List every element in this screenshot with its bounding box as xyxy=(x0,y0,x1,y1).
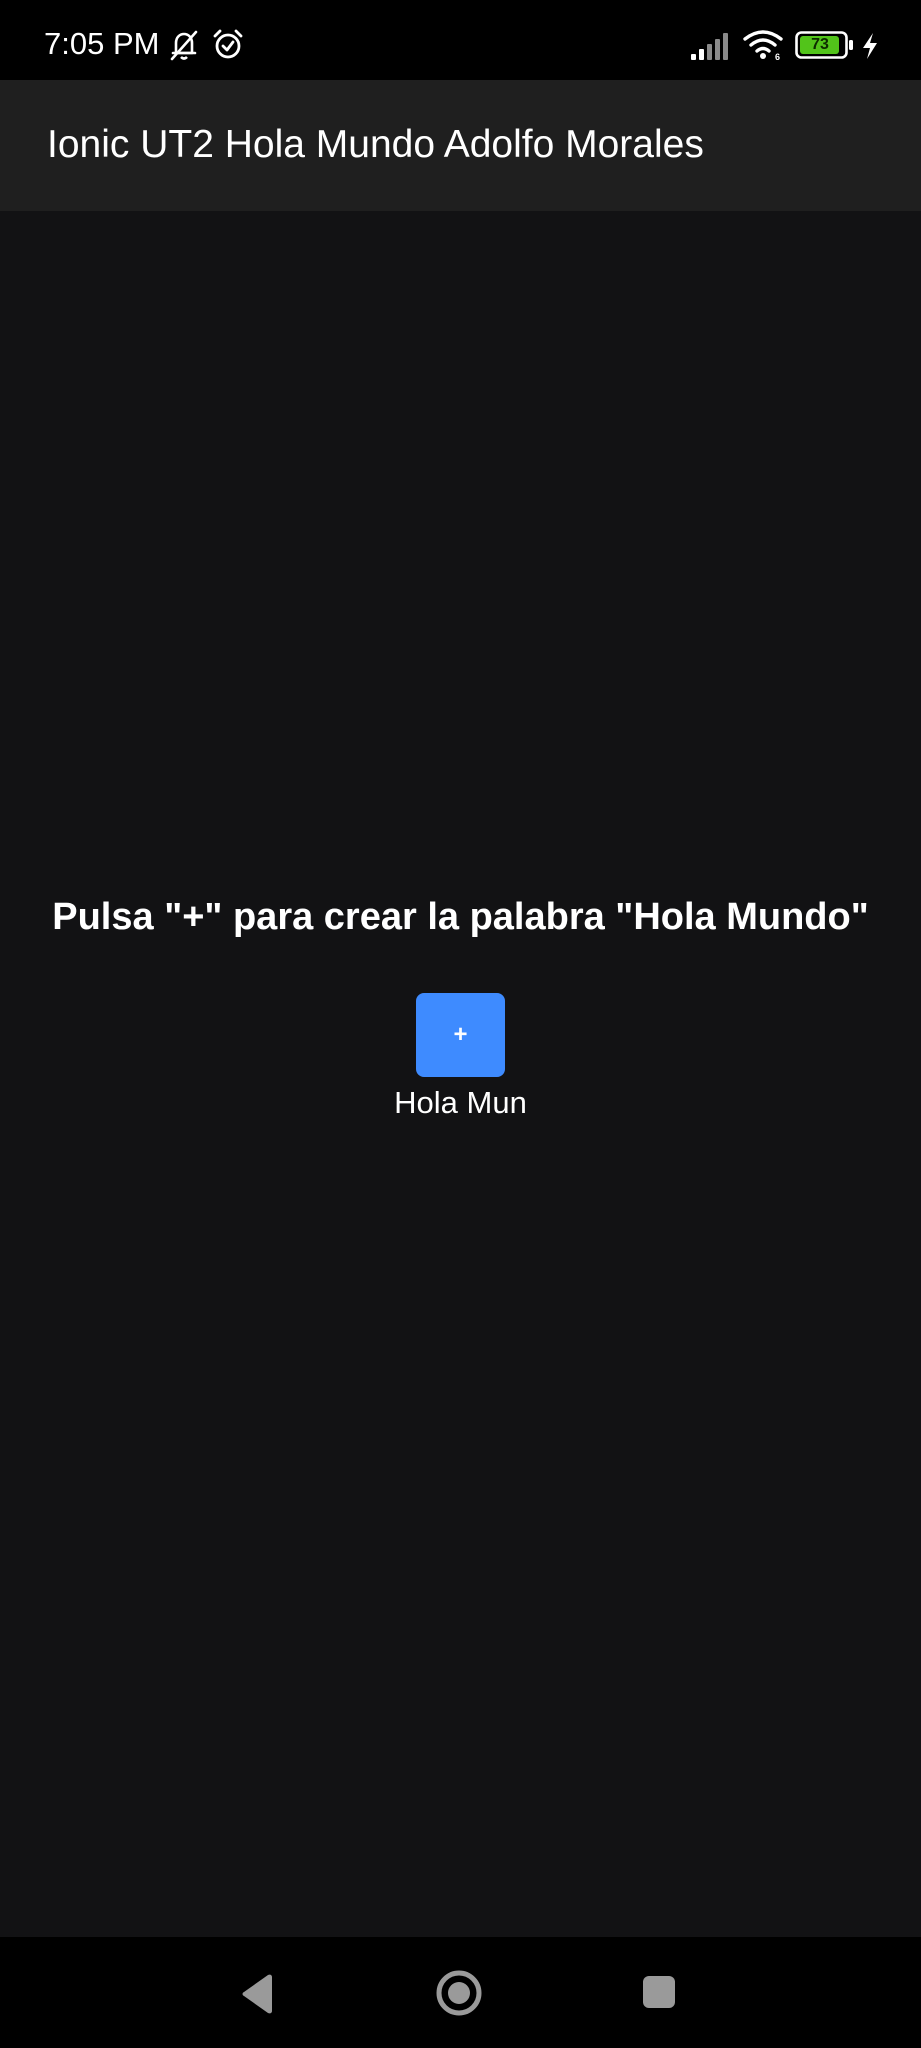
charging-icon xyxy=(863,33,877,59)
navigation-bar xyxy=(0,1937,921,2048)
status-bar: 7:05 PM 6 73 xyxy=(0,0,921,80)
bell-off-icon xyxy=(170,30,198,61)
result-text: Hola Mun xyxy=(394,1085,527,1120)
instruction-text: Pulsa "+" para crear la palabra "Hola Mu… xyxy=(52,896,869,938)
signal-icon xyxy=(691,33,728,60)
back-icon[interactable] xyxy=(240,1973,276,2015)
page-title: Ionic UT2 Hola Mundo Adolfo Morales xyxy=(47,123,704,166)
add-button[interactable]: + xyxy=(416,993,505,1077)
main-content: Pulsa "+" para crear la palabra "Hola Mu… xyxy=(0,211,921,1937)
home-icon[interactable] xyxy=(435,1969,483,2017)
recents-icon[interactable] xyxy=(642,1975,676,2009)
battery-level: 73 xyxy=(811,36,829,53)
status-time: 7:05 PM xyxy=(44,26,160,61)
alarm-icon xyxy=(213,29,243,59)
app-toolbar: Ionic UT2 Hola Mundo Adolfo Morales xyxy=(0,80,921,211)
svg-text:6: 6 xyxy=(775,52,780,62)
wifi-icon: 6 xyxy=(743,30,783,62)
